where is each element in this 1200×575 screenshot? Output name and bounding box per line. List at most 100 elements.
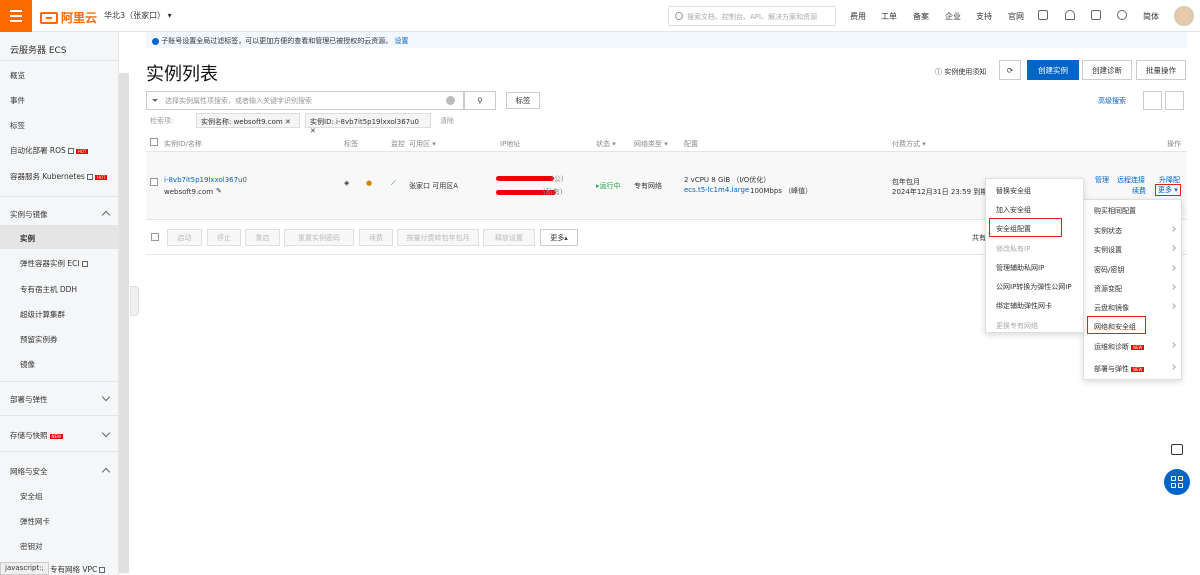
remote-connect-link[interactable]: 远程连接	[1117, 175, 1145, 185]
menu-item-ops-diagnose[interactable]: 运维和诊断 NEW	[1084, 336, 1181, 355]
chat-icon[interactable]	[1171, 444, 1183, 455]
th-network[interactable]: 网络类型 ▾	[634, 139, 668, 149]
nav-billing[interactable]: 费用	[850, 11, 866, 22]
menu-item-instance-settings[interactable]: 实例设置	[1084, 239, 1181, 258]
sidebar-group-network[interactable]: 网络与安全	[10, 466, 48, 477]
menu-item-modify-private-ip[interactable]: 修改私有IP	[986, 238, 1083, 257]
footer-checkbox[interactable]	[151, 233, 159, 241]
menu-item-secondary-ip[interactable]: 管理辅助私网IP	[986, 257, 1083, 276]
menu-item-replace-sg[interactable]: 替换安全组	[986, 180, 1083, 199]
th-zone[interactable]: 可用区 ▾	[409, 139, 436, 149]
sidebar-item-kubernetes[interactable]: 容器服务 Kubernetes HOT	[10, 171, 108, 182]
menu-item-change-vpc[interactable]: 更换专有网络	[986, 315, 1083, 334]
nav-icp[interactable]: 备案	[913, 11, 929, 22]
sidebar-item-events[interactable]: 事件	[10, 95, 25, 106]
sidebar-collapse-handle[interactable]	[130, 286, 139, 316]
stop-button[interactable]: 停止	[207, 229, 241, 246]
sidebar-item-eci[interactable]: 弹性容器实例 ECI	[20, 258, 88, 269]
tag-button[interactable]: 标签	[506, 92, 540, 109]
filter-chip-id[interactable]: 实例ID: i-8vb7it5p19lxxol367u0 ✕	[305, 113, 431, 135]
menu-icon[interactable]	[0, 0, 32, 32]
select-all-checkbox[interactable]	[150, 138, 158, 146]
nav-enterprise[interactable]: 企业	[945, 11, 961, 22]
region-selector[interactable]: 华北3（张家口） ▾	[104, 10, 172, 21]
apps-fab-button[interactable]	[1164, 469, 1190, 495]
restart-button[interactable]: 重启	[245, 229, 280, 246]
language-switch[interactable]: 简体	[1143, 11, 1159, 22]
reset-password-button[interactable]: 重置实例密码	[284, 229, 354, 246]
menu-item-join-sg[interactable]: 加入安全组	[986, 199, 1083, 218]
th-status[interactable]: 状态 ▾	[596, 139, 616, 149]
start-button[interactable]: 启动	[167, 229, 202, 246]
sidebar-item-vpc[interactable]: 专有网络 VPC	[50, 564, 106, 575]
sidebar-group-deploy[interactable]: 部署与弹性	[10, 394, 48, 405]
menu-item-resize[interactable]: 资源变配	[1084, 278, 1181, 297]
menu-item-network-security[interactable]: 网络和安全组	[1087, 316, 1146, 334]
notice-settings-link[interactable]: 设置	[394, 37, 408, 45]
sidebar-item-eni[interactable]: 弹性网卡	[20, 516, 50, 527]
manage-link[interactable]: 管理	[1095, 175, 1109, 185]
renew-button[interactable]: 续费	[359, 229, 393, 246]
menu-item-convert-eip[interactable]: 公网IP转换为弹性公网IP	[986, 276, 1083, 295]
sidebar-item-image[interactable]: 镜像	[20, 359, 35, 370]
spec-text: 2 vCPU 8 GiB （I/O优化）	[684, 176, 771, 184]
gear-icon[interactable]	[1165, 91, 1184, 110]
release-settings-button[interactable]: 释放设置	[483, 229, 535, 246]
th-billing[interactable]: 付费方式 ▾	[892, 139, 926, 149]
nav-ticket[interactable]: 工单	[881, 11, 897, 22]
menu-item-buy-same[interactable]: 购买相同配置	[1084, 200, 1181, 219]
sidebar-item-keypair[interactable]: 密钥对	[20, 541, 43, 552]
renew-link[interactable]: 续费	[1132, 186, 1146, 196]
export-icon[interactable]	[1143, 91, 1162, 110]
search-icon: ⚲	[477, 96, 483, 105]
instance-type-link[interactable]: ecs.t5-lc1m4.large	[684, 186, 749, 194]
menu-item-disk-image[interactable]: 云盘和镜像	[1084, 297, 1181, 316]
create-diagnosis-button[interactable]: 创建诊断	[1082, 60, 1132, 80]
tag-icon[interactable]: ◈	[344, 179, 349, 187]
instance-id-link[interactable]: i-8vb7it5p19lxxol367u0	[164, 176, 247, 184]
sidebar-item-tags[interactable]: 标签	[10, 120, 25, 131]
filter-chip-name[interactable]: 实例名称: websoft9.com ✕	[196, 113, 300, 128]
sidebar-group-instances-images[interactable]: 实例与镜像	[10, 209, 48, 220]
bell-icon[interactable]	[1065, 10, 1075, 20]
advanced-search-link[interactable]: 高级搜索	[1098, 96, 1126, 106]
sidebar-item-ros[interactable]: 自动化部署 ROS HOT	[10, 145, 89, 156]
search-button[interactable]: ⚲	[464, 91, 496, 110]
sidebar-item-instance[interactable]: 实例	[0, 225, 119, 249]
cart-icon[interactable]	[1091, 10, 1101, 20]
menu-item-bind-eni[interactable]: 绑定辅助弹性网卡	[986, 295, 1083, 314]
menu-item-sg-config[interactable]: 安全组配置	[989, 218, 1062, 237]
nav-support[interactable]: 支持	[976, 11, 992, 22]
brand-logo[interactable]: 阿里云	[40, 9, 97, 26]
global-search-input[interactable]: 搜索文档、控制台、API、解决方案和资源	[668, 6, 836, 26]
menu-item-password-key[interactable]: 密码/密钥	[1084, 259, 1181, 278]
menu-item-instance-status[interactable]: 实例状态	[1084, 220, 1181, 239]
sidebar-scrollbar[interactable]	[119, 73, 129, 573]
monitor-icon[interactable]: ⟋	[391, 179, 396, 188]
sidebar-item-supercompute[interactable]: 超级计算集群	[20, 309, 65, 320]
edit-icon[interactable]: ✎	[216, 187, 222, 195]
avatar[interactable]	[1174, 6, 1194, 26]
instance-search-input[interactable]: 选择实例属性项搜索，或者输入关键字识别搜索	[146, 91, 464, 110]
convert-billing-button[interactable]: 按量付费转包年包月	[397, 229, 479, 246]
cloud-shell-icon[interactable]	[1038, 10, 1048, 20]
row-checkbox[interactable]	[150, 178, 158, 186]
more-button[interactable]: 更多▴	[540, 229, 578, 246]
refresh-button[interactable]: ⟳	[999, 60, 1021, 80]
menu-item-deploy-elastic[interactable]: 部署与弹性 NEW	[1084, 358, 1181, 377]
sidebar-item-security-group[interactable]: 安全组	[20, 491, 43, 502]
usage-notes-link[interactable]: ⓘ 实例使用须知	[935, 67, 986, 77]
nav-official-site[interactable]: 官网	[1008, 11, 1024, 22]
clear-icon[interactable]	[446, 96, 455, 105]
sidebar-group-storage[interactable]: 存储与快照 NEW	[10, 430, 63, 441]
sidebar-item-reserved[interactable]: 预留实例券	[20, 334, 58, 345]
clear-filters-link[interactable]: 清除	[440, 116, 454, 126]
sidebar-item-ddh[interactable]: 专有宿主机 DDH	[20, 284, 77, 295]
more-dropdown[interactable]: 更多 ▾	[1155, 184, 1181, 196]
create-instance-button[interactable]: 创建实例	[1027, 60, 1079, 80]
close-icon[interactable]: ✕	[285, 118, 291, 126]
sidebar-item-overview[interactable]: 概览	[10, 70, 25, 81]
batch-operation-button[interactable]: 批量操作	[1136, 60, 1186, 80]
new-badge: NEW	[1131, 344, 1145, 350]
help-icon[interactable]	[1117, 10, 1127, 20]
